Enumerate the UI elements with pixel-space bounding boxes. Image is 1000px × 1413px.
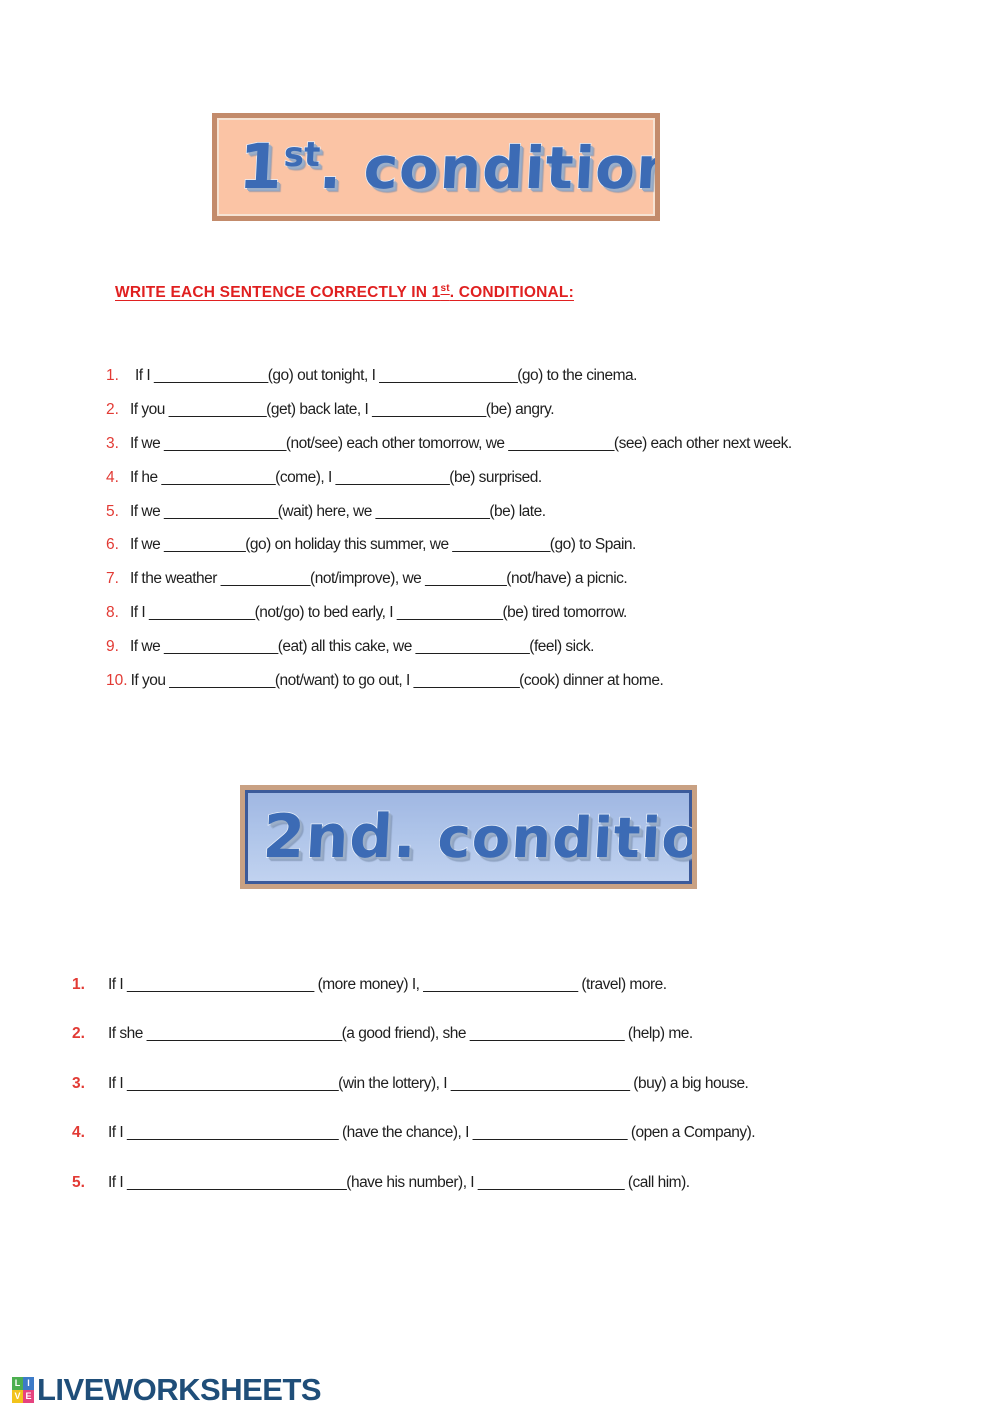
banner-first-conditional: 1st. conditional bbox=[212, 113, 660, 221]
exercise-item[interactable]: 2. If she ________________________(a goo… bbox=[72, 1024, 952, 1043]
exercise-item-text[interactable]: If you ____________(get) back late, I __… bbox=[130, 400, 555, 419]
instruction-after: . CONDITIONAL: bbox=[449, 284, 574, 301]
instruction-before: WRITE EACH SENTENCE CORRECTLY IN 1 bbox=[115, 284, 441, 301]
exercise-item-number: 1. bbox=[106, 367, 119, 384]
banner-2-rest: conditional bbox=[435, 805, 697, 872]
liveworksheets-wordmark: LIVEWORKSHEETS bbox=[37, 1372, 322, 1407]
exercise-item-number: 9. bbox=[106, 638, 119, 655]
exercise-item-text[interactable]: If we ______________(eat) all this cake,… bbox=[130, 637, 594, 656]
exercise-item-text[interactable]: If we _______________(not/see) each othe… bbox=[130, 434, 792, 453]
exercise-item-number: 4. bbox=[106, 468, 119, 486]
instruction-superscript: st bbox=[440, 283, 450, 294]
banner-second-conditional-title: 2nd. conditional bbox=[245, 801, 692, 873]
exercise-item[interactable]: 9. If we ______________(eat) all this ca… bbox=[106, 637, 966, 656]
liveworksheets-logo[interactable]: L I V E LIVEWORKSHEETS bbox=[12, 1372, 322, 1408]
exercise-item[interactable]: 7. If the weather ___________(not/improv… bbox=[106, 569, 966, 588]
banner-second-conditional: 2nd. conditional bbox=[240, 785, 697, 889]
exercise-item-text[interactable]: If the weather ___________(not/improve),… bbox=[130, 569, 628, 588]
banner-1-superscript: st bbox=[282, 134, 322, 176]
banner-first-conditional-title: 1st. conditional bbox=[217, 129, 655, 204]
logo-tile-v: V bbox=[12, 1390, 23, 1403]
exercise-item-text[interactable]: If I _______________________ (more money… bbox=[108, 975, 667, 994]
exercise-item[interactable]: 8. If I _____________(not/go) to bed ear… bbox=[106, 603, 966, 622]
exercise-item-text[interactable]: If I ___________________________(have hi… bbox=[108, 1173, 690, 1192]
exercise-item[interactable]: 4. If he ______________(come), I _______… bbox=[106, 468, 966, 487]
exercise-item-text[interactable]: If we ______________(wait) here, we ____… bbox=[130, 502, 546, 521]
exercise-item-number: 3. bbox=[72, 1074, 85, 1092]
exercise-item-text[interactable]: If we __________(go) on holiday this sum… bbox=[130, 535, 636, 554]
exercise-list-second-conditional: 1. If I _______________________ (more mo… bbox=[72, 975, 952, 1222]
exercise-item-text[interactable]: If he ______________(come), I __________… bbox=[130, 468, 542, 487]
exercise-item-number: 2. bbox=[72, 1025, 85, 1043]
logo-tile-l: L bbox=[12, 1377, 23, 1390]
exercise-item-text[interactable]: If I __________________________ (have th… bbox=[108, 1123, 756, 1142]
exercise-item[interactable]: 2. If you ____________(get) back late, I… bbox=[106, 400, 966, 419]
exercise-item-number: 5. bbox=[106, 502, 119, 520]
exercise-item-number: 5. bbox=[72, 1173, 85, 1191]
exercise-item[interactable]: 1. If I _______________________ (more mo… bbox=[72, 975, 952, 994]
exercise-item-number: 6. bbox=[106, 536, 119, 554]
exercise-item[interactable]: 10. If you _____________(not/want) to go… bbox=[106, 671, 966, 690]
banner-1-rest: . conditional bbox=[317, 133, 660, 203]
exercise-item-text[interactable]: If I __________________________(win the … bbox=[108, 1074, 749, 1093]
logo-tile-i: I bbox=[23, 1377, 34, 1390]
exercise-item-number: 1. bbox=[72, 976, 85, 993]
banner-2-prefix: 2nd. bbox=[260, 801, 420, 873]
liveworksheets-logo-icon: L I V E bbox=[12, 1377, 34, 1403]
exercise-item[interactable]: 6. If we __________(go) on holiday this … bbox=[106, 535, 966, 554]
exercise-list-first-conditional: 1. If I ______________(go) out tonight, … bbox=[106, 366, 966, 705]
exercise-item[interactable]: 1. If I ______________(go) out tonight, … bbox=[106, 366, 966, 385]
banner-1-prefix: 1 bbox=[236, 129, 286, 204]
exercise-item[interactable]: 3. If I __________________________(win t… bbox=[72, 1074, 952, 1093]
exercise-item-number: 10. bbox=[106, 671, 128, 689]
exercise-item[interactable]: 5. If we ______________(wait) here, we _… bbox=[106, 502, 966, 521]
logo-tile-e: E bbox=[23, 1390, 34, 1403]
exercise-item-number: 8. bbox=[106, 604, 119, 622]
exercise-item-number: 3. bbox=[106, 434, 119, 452]
exercise-item[interactable]: 5. If I ___________________________(have… bbox=[72, 1173, 952, 1192]
exercise-item-number: 7. bbox=[106, 570, 119, 588]
exercise-item[interactable]: 4. If I __________________________ (have… bbox=[72, 1123, 952, 1142]
exercise-item[interactable]: 3. If we _______________(not/see) each o… bbox=[106, 434, 966, 453]
exercise-item-text[interactable]: If I _____________(not/go) to bed early,… bbox=[130, 603, 627, 622]
exercise-item-text[interactable]: If I ______________(go) out tonight, I _… bbox=[135, 366, 637, 385]
exercise-item-number: 4. bbox=[72, 1124, 85, 1142]
instruction-heading: WRITE EACH SENTENCE CORRECTLY IN 1st. CO… bbox=[115, 283, 574, 302]
exercise-item-text[interactable]: If she ________________________(a good f… bbox=[108, 1024, 693, 1043]
exercise-item-text[interactable]: If you _____________(not/want) to go out… bbox=[131, 671, 664, 690]
exercise-item-number: 2. bbox=[106, 400, 119, 418]
